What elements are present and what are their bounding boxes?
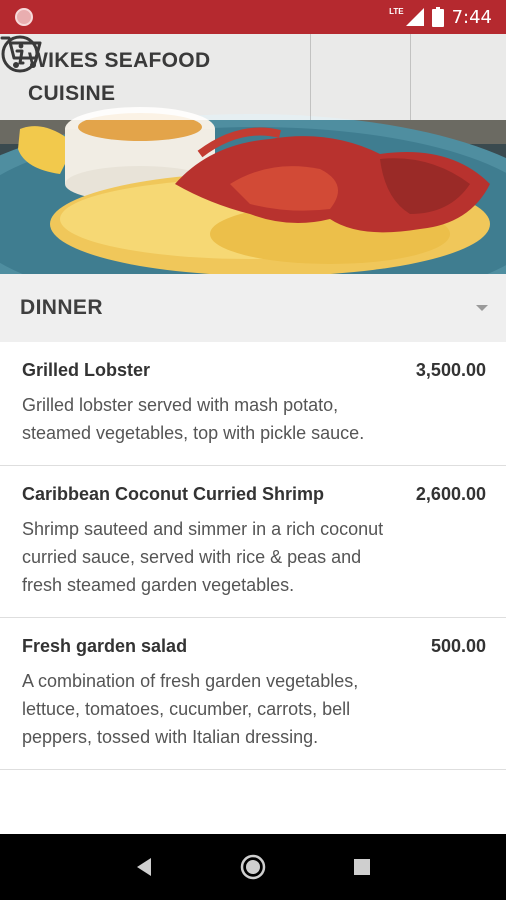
recents-button[interactable] bbox=[342, 847, 382, 887]
cart-icon bbox=[0, 36, 42, 68]
hero-image: WIKES SEAFOOD CUISINE bbox=[0, 34, 506, 274]
app-title: WIKES SEAFOOD CUISINE bbox=[28, 49, 211, 105]
item-price: 2,600.00 bbox=[415, 484, 486, 504]
menu-item[interactable]: Caribbean Coconut Curried Shrimp 2,600.0… bbox=[0, 466, 506, 618]
cart-button[interactable] bbox=[0, 34, 506, 120]
chevron-down-icon bbox=[476, 305, 488, 311]
item-description: A combination of fresh garden vegetables… bbox=[22, 671, 359, 747]
battery-icon bbox=[431, 7, 444, 27]
category-label: DINNER bbox=[20, 296, 103, 319]
network-type: LTE bbox=[389, 6, 404, 16]
status-bar: LTE 7:44 bbox=[0, 0, 506, 34]
home-icon bbox=[240, 854, 266, 880]
item-name: Fresh garden salad bbox=[22, 636, 188, 656]
navigation-bar bbox=[0, 834, 506, 900]
info-button[interactable] bbox=[1, 34, 410, 120]
title-box: WIKES SEAFOOD CUISINE bbox=[0, 34, 310, 120]
app-header: WIKES SEAFOOD CUISINE bbox=[0, 34, 506, 120]
notification-icon bbox=[15, 8, 33, 26]
recents-icon bbox=[353, 859, 370, 875]
back-icon bbox=[137, 858, 152, 876]
clock: 7:44 bbox=[451, 6, 492, 28]
menu-list: Grilled Lobster 3,500.00 Grilled lobster… bbox=[0, 342, 506, 770]
home-button[interactable] bbox=[233, 847, 273, 887]
menu-item[interactable]: Fresh garden salad 500.00 A combination … bbox=[0, 618, 506, 770]
category-dropdown[interactable]: DINNER bbox=[0, 274, 506, 342]
item-description: Grilled lobster served with mash potato,… bbox=[22, 395, 365, 443]
item-price: 3,500.00 bbox=[415, 360, 486, 380]
item-price: 500.00 bbox=[430, 636, 486, 656]
signal-icon bbox=[405, 8, 424, 26]
menu-item[interactable]: Grilled Lobster 3,500.00 Grilled lobster… bbox=[0, 342, 506, 466]
status-icons: LTE 7:44 bbox=[389, 0, 492, 34]
back-button[interactable] bbox=[124, 847, 164, 887]
item-description: Shrimp sauteed and simmer in a rich coco… bbox=[22, 519, 384, 595]
